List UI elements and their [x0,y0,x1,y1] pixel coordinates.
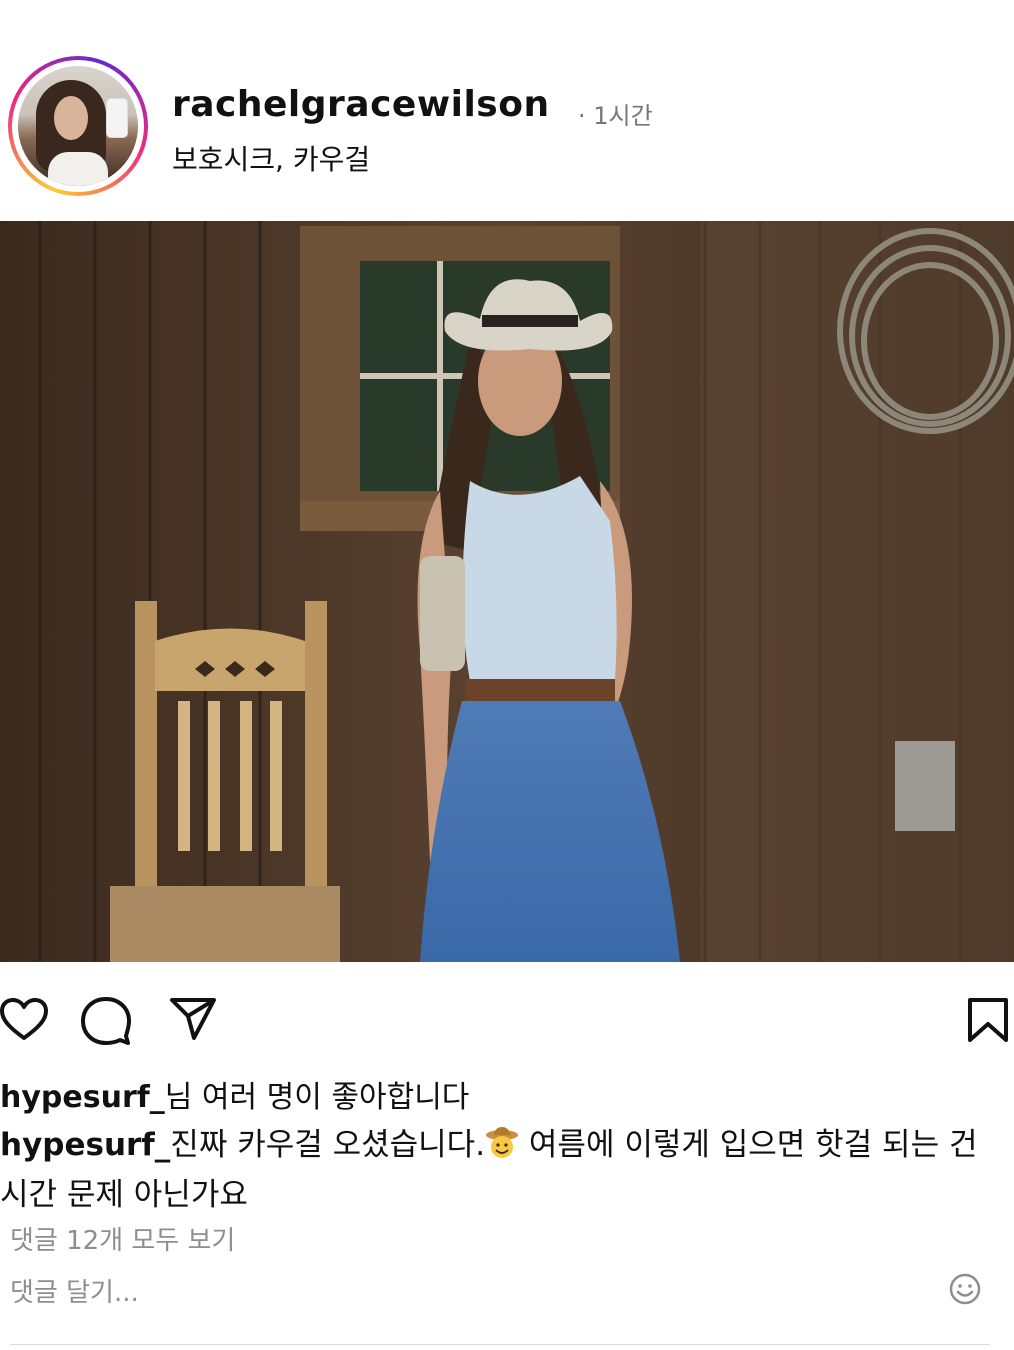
view-all-comments-link[interactable]: 댓글 12개 모두 보기 [10,1220,235,1257]
likes-username[interactable]: hypesurf_ [0,1080,165,1115]
electrical-outlet [895,741,955,831]
bookmark-icon[interactable] [966,996,1010,1044]
likes-summary[interactable]: hypesurf_님 여러 명이 좋아합니다 [0,1072,469,1116]
add-comment-input[interactable]: 댓글 달기... [10,1272,139,1309]
speech-bubble-icon[interactable] [80,996,132,1046]
caption-text-start: 진짜 카우걸 오셨습니다. [170,1127,486,1163]
post-photo[interactable] [0,221,1014,962]
heart-outline-icon[interactable] [0,998,48,1042]
post-location[interactable]: 보호시크, 카우걸 [172,138,370,178]
caption-username[interactable]: hypesurf_ [0,1127,170,1163]
avatar-phone [106,98,128,138]
smiley-icon[interactable] [948,1272,982,1306]
door-panel [700,221,1014,962]
post-caption: hypesurf_진짜 카우걸 오셨습니다. 여름에 이렇게 입으면 핫걸 되는… [0,1120,1010,1220]
avatar-top [48,152,108,186]
cowboy-face-emoji [485,1125,519,1159]
avatar-face [54,96,88,140]
avatar [18,66,138,186]
likes-text: 님 여러 명이 좋아합니다 [164,1080,470,1115]
post-time: · 1시간 [578,102,653,130]
bottom-divider [10,1344,990,1345]
profile-avatar-ring[interactable] [8,56,148,196]
post-username[interactable]: rachelgracewilson [172,84,550,125]
post-photo-illustration [0,221,1014,962]
avatar-border [12,60,144,192]
paper-plane-icon[interactable] [168,996,218,1042]
shoulder-bag [420,556,465,671]
